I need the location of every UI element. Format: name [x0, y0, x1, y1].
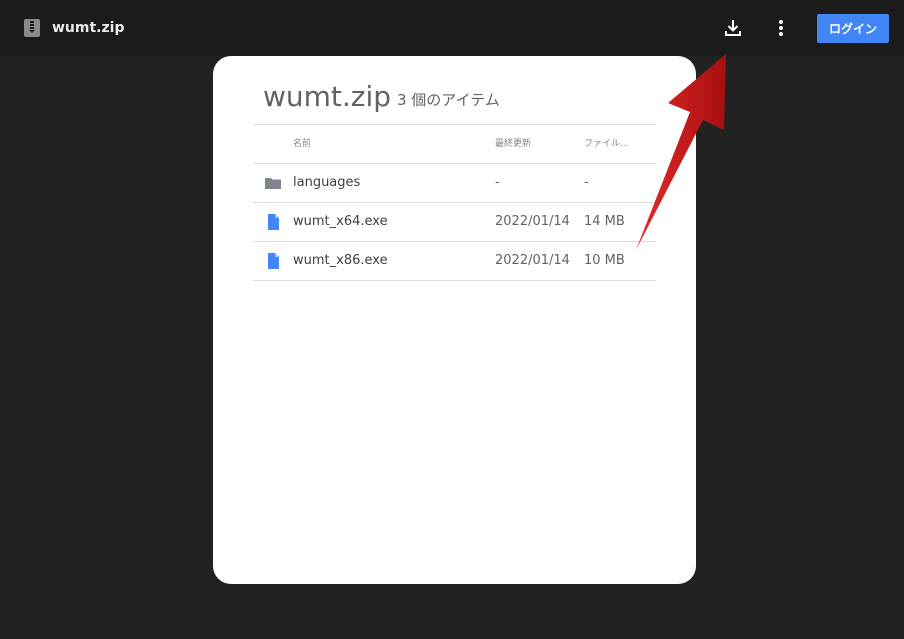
item-count: 3 個のアイテム [397, 91, 500, 109]
download-button[interactable] [721, 16, 745, 40]
file-icon [265, 214, 281, 230]
table-row[interactable]: wumt_x64.exe 2022/01/14 14 MB [253, 203, 656, 242]
file-modified: 2022/01/14 [495, 253, 570, 268]
zip-archive-icon [22, 18, 42, 38]
column-header-modified[interactable]: 最終更新 [495, 137, 531, 151]
file-name: wumt_x86.exe [293, 253, 388, 268]
file-name: languages [293, 175, 361, 190]
download-icon [725, 20, 741, 36]
login-button[interactable]: ログイン [817, 14, 889, 43]
top-bar: wumt.zip ログイン [0, 0, 904, 56]
file-table: 名前 最終更新 ファイル... languages - - wumt_x64.e… [253, 124, 656, 281]
red-arrow-pointer [636, 54, 726, 250]
more-vert-icon [779, 20, 783, 36]
file-name: wumt_x64.exe [293, 214, 388, 229]
file-modified: 2022/01/14 [495, 214, 570, 229]
table-row[interactable]: languages - - [253, 164, 656, 203]
table-row[interactable]: wumt_x86.exe 2022/01/14 10 MB [253, 242, 656, 281]
file-size: 10 MB [584, 253, 625, 268]
file-title: wumt.zip [52, 20, 125, 36]
table-header: 名前 最終更新 ファイル... [253, 125, 656, 164]
archive-title: wumt.zip [263, 80, 392, 113]
folder-icon [265, 175, 281, 191]
file-modified: - [495, 175, 500, 190]
file-size: - [584, 175, 589, 190]
file-size: 14 MB [584, 214, 625, 229]
more-options-button[interactable] [769, 16, 793, 40]
file-icon [265, 253, 281, 269]
column-header-name[interactable]: 名前 [293, 137, 311, 151]
